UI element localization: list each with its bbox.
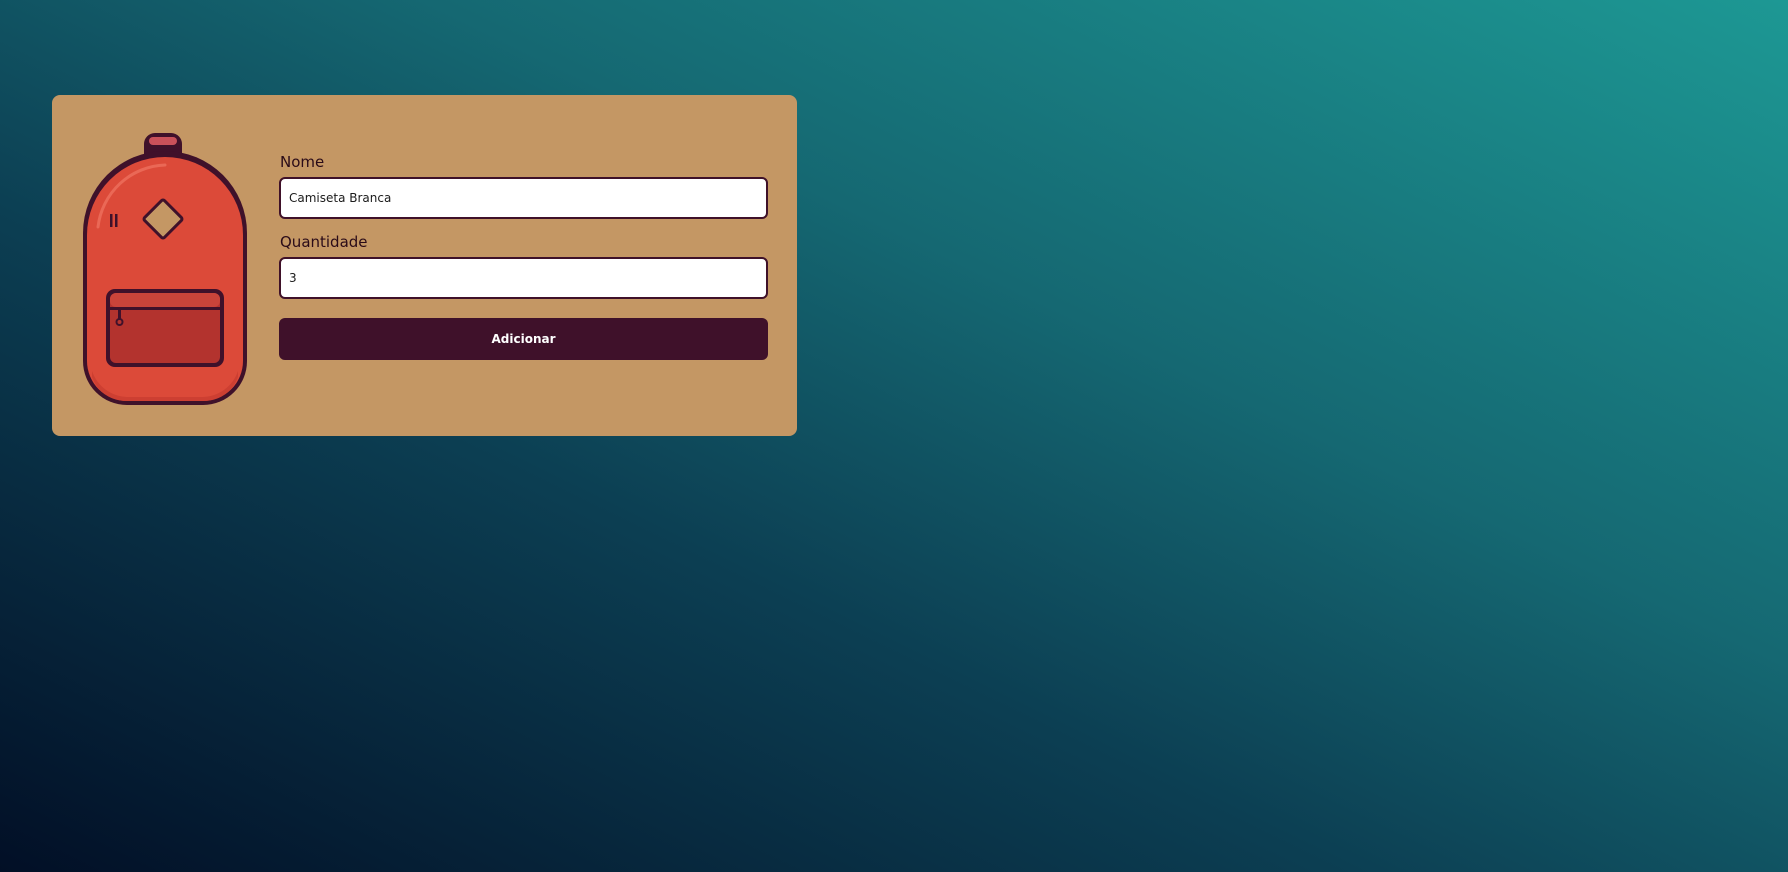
quantity-label: Quantidade xyxy=(280,233,368,251)
name-input[interactable] xyxy=(279,177,768,219)
backpack-icon xyxy=(83,133,247,405)
quantity-field: Quantidade xyxy=(279,233,768,299)
add-item-form: Nome Quantidade Adicionar xyxy=(279,153,768,360)
name-field: Nome xyxy=(279,153,768,219)
add-button[interactable]: Adicionar xyxy=(279,318,768,360)
quantity-input[interactable] xyxy=(279,257,768,299)
name-label: Nome xyxy=(280,153,325,171)
add-item-card: Nome Quantidade Adicionar xyxy=(52,95,797,436)
